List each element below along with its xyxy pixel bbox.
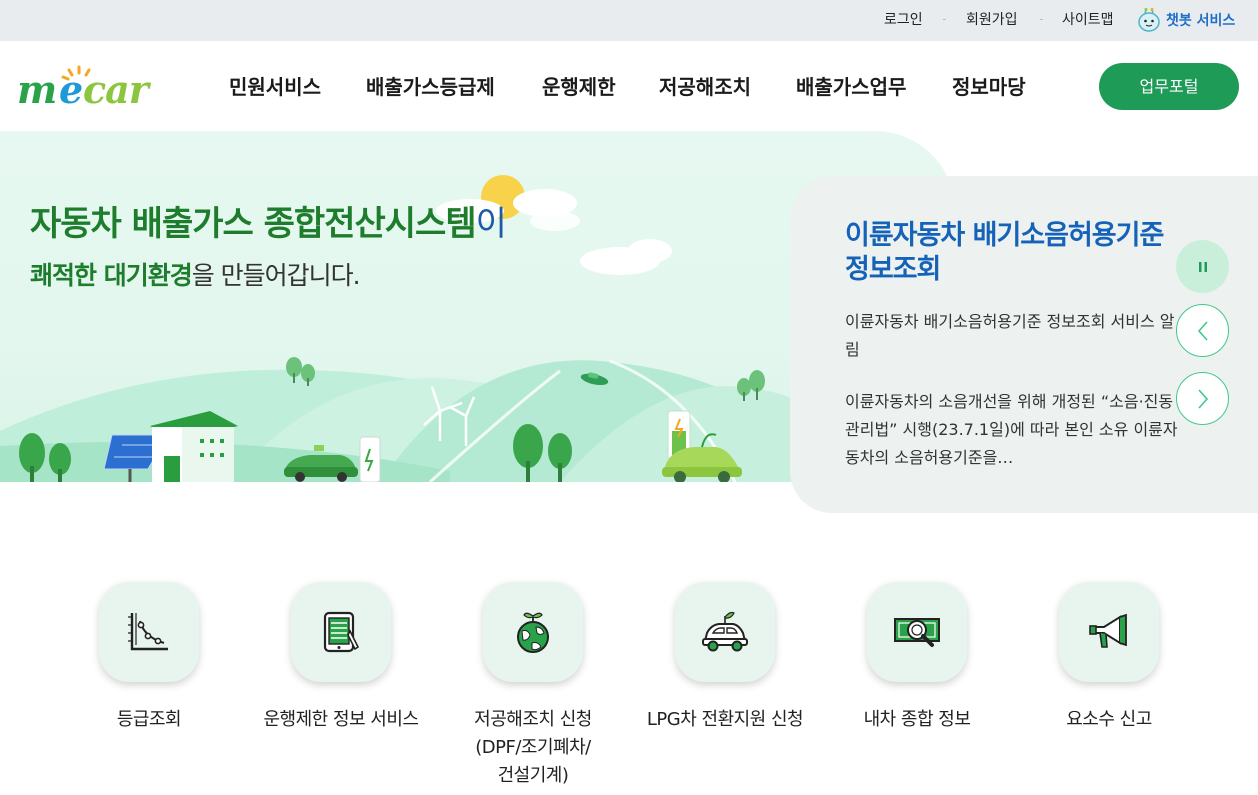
signup-link[interactable]: 회원가입	[966, 0, 1018, 41]
money-search-icon	[894, 618, 940, 647]
hero-title-suffix: 이	[475, 204, 507, 244]
quick-menu-lpg-conversion[interactable]: LPG차 전환지원 신청	[645, 582, 805, 734]
hero-title-main: 자동차 배출가스 종합전산시스템	[30, 204, 477, 244]
util-separator	[943, 19, 946, 20]
slider-pause-button[interactable]	[1176, 240, 1229, 293]
quick-menu-label: LPG차 전환지원 신청	[646, 709, 804, 730]
nav-civil-service[interactable]: 민원서비스	[229, 73, 321, 101]
mecar-logo[interactable]: m e car	[17, 63, 167, 112]
nav-info-board[interactable]: 정보마당	[952, 73, 1026, 101]
login-link[interactable]: 로그인	[884, 0, 923, 41]
quick-menu-icon-box	[483, 582, 583, 682]
quick-menu-icon-box	[1059, 582, 1159, 682]
quick-menu-label: 저공해조치 신청 (DPF/조기폐차/ 건설기계)	[474, 709, 592, 786]
hero-title: 자동차 배출가스 종합전산시스템이	[30, 196, 507, 245]
work-portal-button[interactable]: 업무포털	[1099, 63, 1239, 110]
chatbot-button[interactable]: 챗봇 서비스	[1137, 6, 1235, 34]
globe-sprout-icon	[517, 612, 549, 653]
megaphone-icon	[1089, 613, 1127, 648]
top-utility-bar: 로그인 회원가입 사이트맵 챗봇 서비스	[0, 0, 1258, 41]
notice-title[interactable]: 이륜자동차 배기소음허용기준 정보조회	[845, 219, 1185, 287]
slider-prev-button[interactable]	[1176, 304, 1229, 357]
chatbot-label: 챗봇 서비스	[1166, 13, 1236, 29]
sitemap-link[interactable]: 사이트맵	[1062, 0, 1114, 41]
chevron-left-icon	[1197, 320, 1208, 341]
quick-menu-urea-report[interactable]: 요소수 신고	[1029, 582, 1189, 734]
nav-low-emission[interactable]: 저공해조치	[659, 73, 751, 101]
quick-menu-my-car-info[interactable]: 내차 종합 정보	[837, 582, 997, 734]
eco-car-icon	[702, 611, 748, 652]
svg-text:car: car	[83, 67, 152, 109]
svg-text:m: m	[17, 67, 55, 109]
notice-item[interactable]: 이륜자동차 배기소음허용기준 정보조회 서비스 알림	[845, 308, 1180, 364]
quick-menu-icon-box	[291, 582, 391, 682]
chevron-right-icon	[1197, 388, 1208, 409]
util-separator	[1040, 19, 1043, 20]
tablet-icon	[323, 611, 360, 653]
quick-menu-operation-info[interactable]: 운행제한 정보 서비스	[261, 582, 421, 734]
grade-chart-icon	[128, 613, 168, 651]
svg-text:e: e	[59, 67, 83, 109]
pause-icon	[1198, 261, 1207, 272]
quick-menu-grade-lookup[interactable]: 등급조회	[69, 582, 229, 734]
quick-menu-label: 등급조회	[116, 709, 182, 730]
hero-subtitle-strong: 쾌적한 대기환경	[30, 261, 193, 290]
quick-menu-icon-box	[99, 582, 199, 682]
hero-subtitle: 쾌적한 대기환경을 만들어갑니다.	[30, 256, 361, 292]
notice-slider: 이륜자동차 배기소음허용기준 정보조회 이륜자동차 배기소음허용기준 정보조회 …	[790, 176, 1258, 513]
chatbot-icon	[1138, 8, 1160, 32]
nav-operation-restriction[interactable]: 운행제한	[542, 73, 616, 101]
mecar-logo-mark: m e car	[17, 65, 153, 112]
quick-menu-label: 내차 종합 정보	[863, 709, 971, 730]
slider-next-button[interactable]	[1176, 372, 1229, 425]
quick-menu-label: 요소수 신고	[1066, 709, 1152, 730]
quick-menu-icon-box	[867, 582, 967, 682]
quick-menu-icon-box	[675, 582, 775, 682]
quick-menu-label: 운행제한 정보 서비스	[263, 709, 419, 730]
nav-emission-work[interactable]: 배출가스업무	[796, 73, 906, 101]
notice-item[interactable]: 이륜자동차의 소음개선을 위해 개정된 “소음·진동 관리법” 시행(23.7.…	[845, 388, 1180, 472]
quick-menu-low-emission-apply[interactable]: 저공해조치 신청 (DPF/조기폐차/ 건설기계)	[453, 582, 613, 790]
nav-emission-grade[interactable]: 배출가스등급제	[366, 73, 495, 101]
hero-subtitle-rest: 을 만들어갑니다.	[191, 261, 361, 290]
